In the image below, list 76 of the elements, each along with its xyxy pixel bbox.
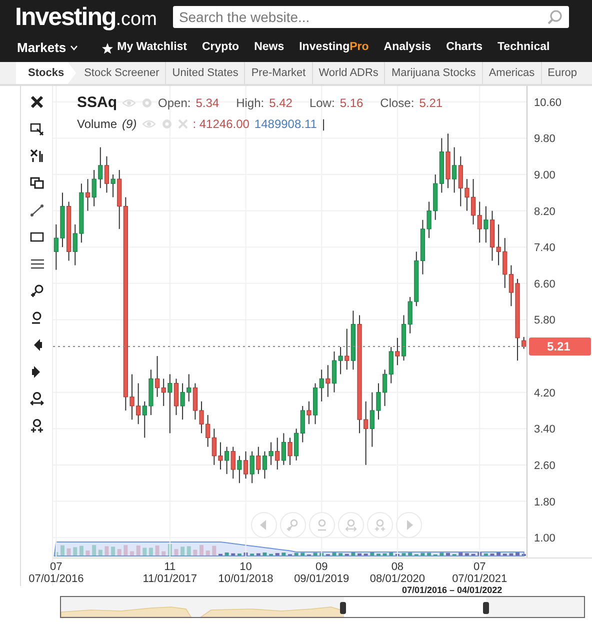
price-tick-label: 5.80	[534, 314, 556, 327]
month-tick-label: 10	[240, 561, 252, 573]
nav-link[interactable]: Markets	[17, 38, 78, 58]
date-tick-label: 11/01/2017	[142, 573, 198, 585]
price-value: 5.21	[419, 95, 443, 112]
month-tick-label: 08	[391, 561, 404, 573]
copy-icon	[28, 175, 44, 191]
month-tick-label: 07	[473, 561, 486, 573]
symbol-title: SSAq	[77, 93, 118, 113]
zoom-in-icon	[28, 283, 44, 299]
zoom-out-icon	[315, 518, 329, 532]
chevron-down-icon	[70, 45, 78, 51]
price-label: High:	[236, 95, 264, 112]
category-tab[interactable]: Americas	[482, 62, 542, 84]
price-tick-label: 9.80	[534, 133, 556, 146]
price-tick-label: 1.80	[534, 496, 556, 508]
price-tick-label: 8.20	[534, 206, 556, 218]
star-icon	[102, 42, 114, 54]
volume-value: : 41246.00	[192, 116, 250, 132]
category-tab[interactable]: Europ	[542, 62, 578, 84]
nav-link[interactable]: Crypto	[202, 39, 240, 57]
crosshair-bars-icon	[28, 148, 44, 164]
date-range-label: 07/01/2016 – 04/01/2022	[402, 584, 502, 597]
price-tick-label: 1.00	[534, 532, 556, 545]
price-label: Low:	[309, 95, 335, 112]
price-value: 5.16	[340, 95, 364, 112]
last-price-label: 5.21	[529, 338, 591, 356]
cursor-select-icon	[28, 121, 44, 137]
category-tab[interactable]: United States	[166, 62, 246, 84]
nav-link[interactable]: My Watchlist	[102, 39, 187, 57]
zoom-in-icon	[286, 518, 300, 532]
zoom-extend-icon	[28, 391, 44, 407]
date-tick-label: 07/01/2021	[452, 573, 508, 585]
text-cursor: |	[322, 116, 326, 132]
price-tick-label: 6.60	[534, 278, 556, 290]
close-icon	[28, 94, 44, 110]
price-tick-label: 4.20	[534, 387, 556, 400]
price-tick-label: 2.60	[534, 460, 556, 472]
site-logo[interactable]: Investing.com	[15, 4, 157, 30]
category-tab[interactable]: Pre-Market	[245, 62, 313, 84]
price-tick-label: 3.40	[534, 424, 556, 436]
nav-link[interactable]: InvestingPro	[299, 39, 369, 57]
date-tick-label: 07/01/2016	[28, 573, 84, 585]
category-tab[interactable]: Marijuana Stocks	[385, 62, 483, 84]
price-value: 5.34	[196, 95, 220, 112]
price-tick-label: 9.00	[534, 170, 556, 182]
date-tick-label: 10/01/2018	[218, 573, 274, 585]
date-tick-label: 08/01/2020	[370, 573, 425, 585]
selected-range[interactable]	[344, 597, 486, 617]
nav-link[interactable]: Charts	[446, 39, 483, 57]
zoom-extend-icon	[344, 518, 358, 532]
indicator-period: (9)	[122, 116, 137, 132]
category-tab[interactable]: World ADRs	[312, 62, 386, 84]
navigator-track[interactable]	[60, 596, 585, 618]
zoom-reset-icon	[28, 418, 44, 434]
price-tick-label: 7.40	[534, 242, 556, 254]
nav-link[interactable]: Analysis	[384, 39, 432, 57]
price-label: Open:	[158, 95, 191, 112]
zoom-reset-icon	[373, 518, 387, 532]
month-tick-label: 07	[50, 561, 62, 573]
nav-link[interactable]: News	[254, 39, 284, 57]
nav-link[interactable]: Technical	[498, 39, 550, 57]
category-tab[interactable]: Stock Screener	[78, 62, 166, 84]
trend-line-icon	[28, 202, 44, 218]
date-tick-label: 09/01/2019	[294, 573, 350, 585]
search-field[interactable]: Search the website...	[172, 6, 569, 28]
price-label: Close:	[380, 95, 414, 112]
price-tick-label: 10.60	[534, 96, 562, 109]
month-tick-label: 09	[315, 561, 328, 573]
category-tab[interactable]: Stocks	[16, 62, 76, 84]
range-handle[interactable]	[483, 602, 489, 614]
price-value: 5.42	[269, 95, 292, 112]
month-tick-label: 11	[164, 561, 176, 573]
volume-value: 1489908.11	[254, 116, 317, 132]
indicator-label: Volume	[77, 116, 118, 132]
range-handle[interactable]	[340, 602, 346, 614]
